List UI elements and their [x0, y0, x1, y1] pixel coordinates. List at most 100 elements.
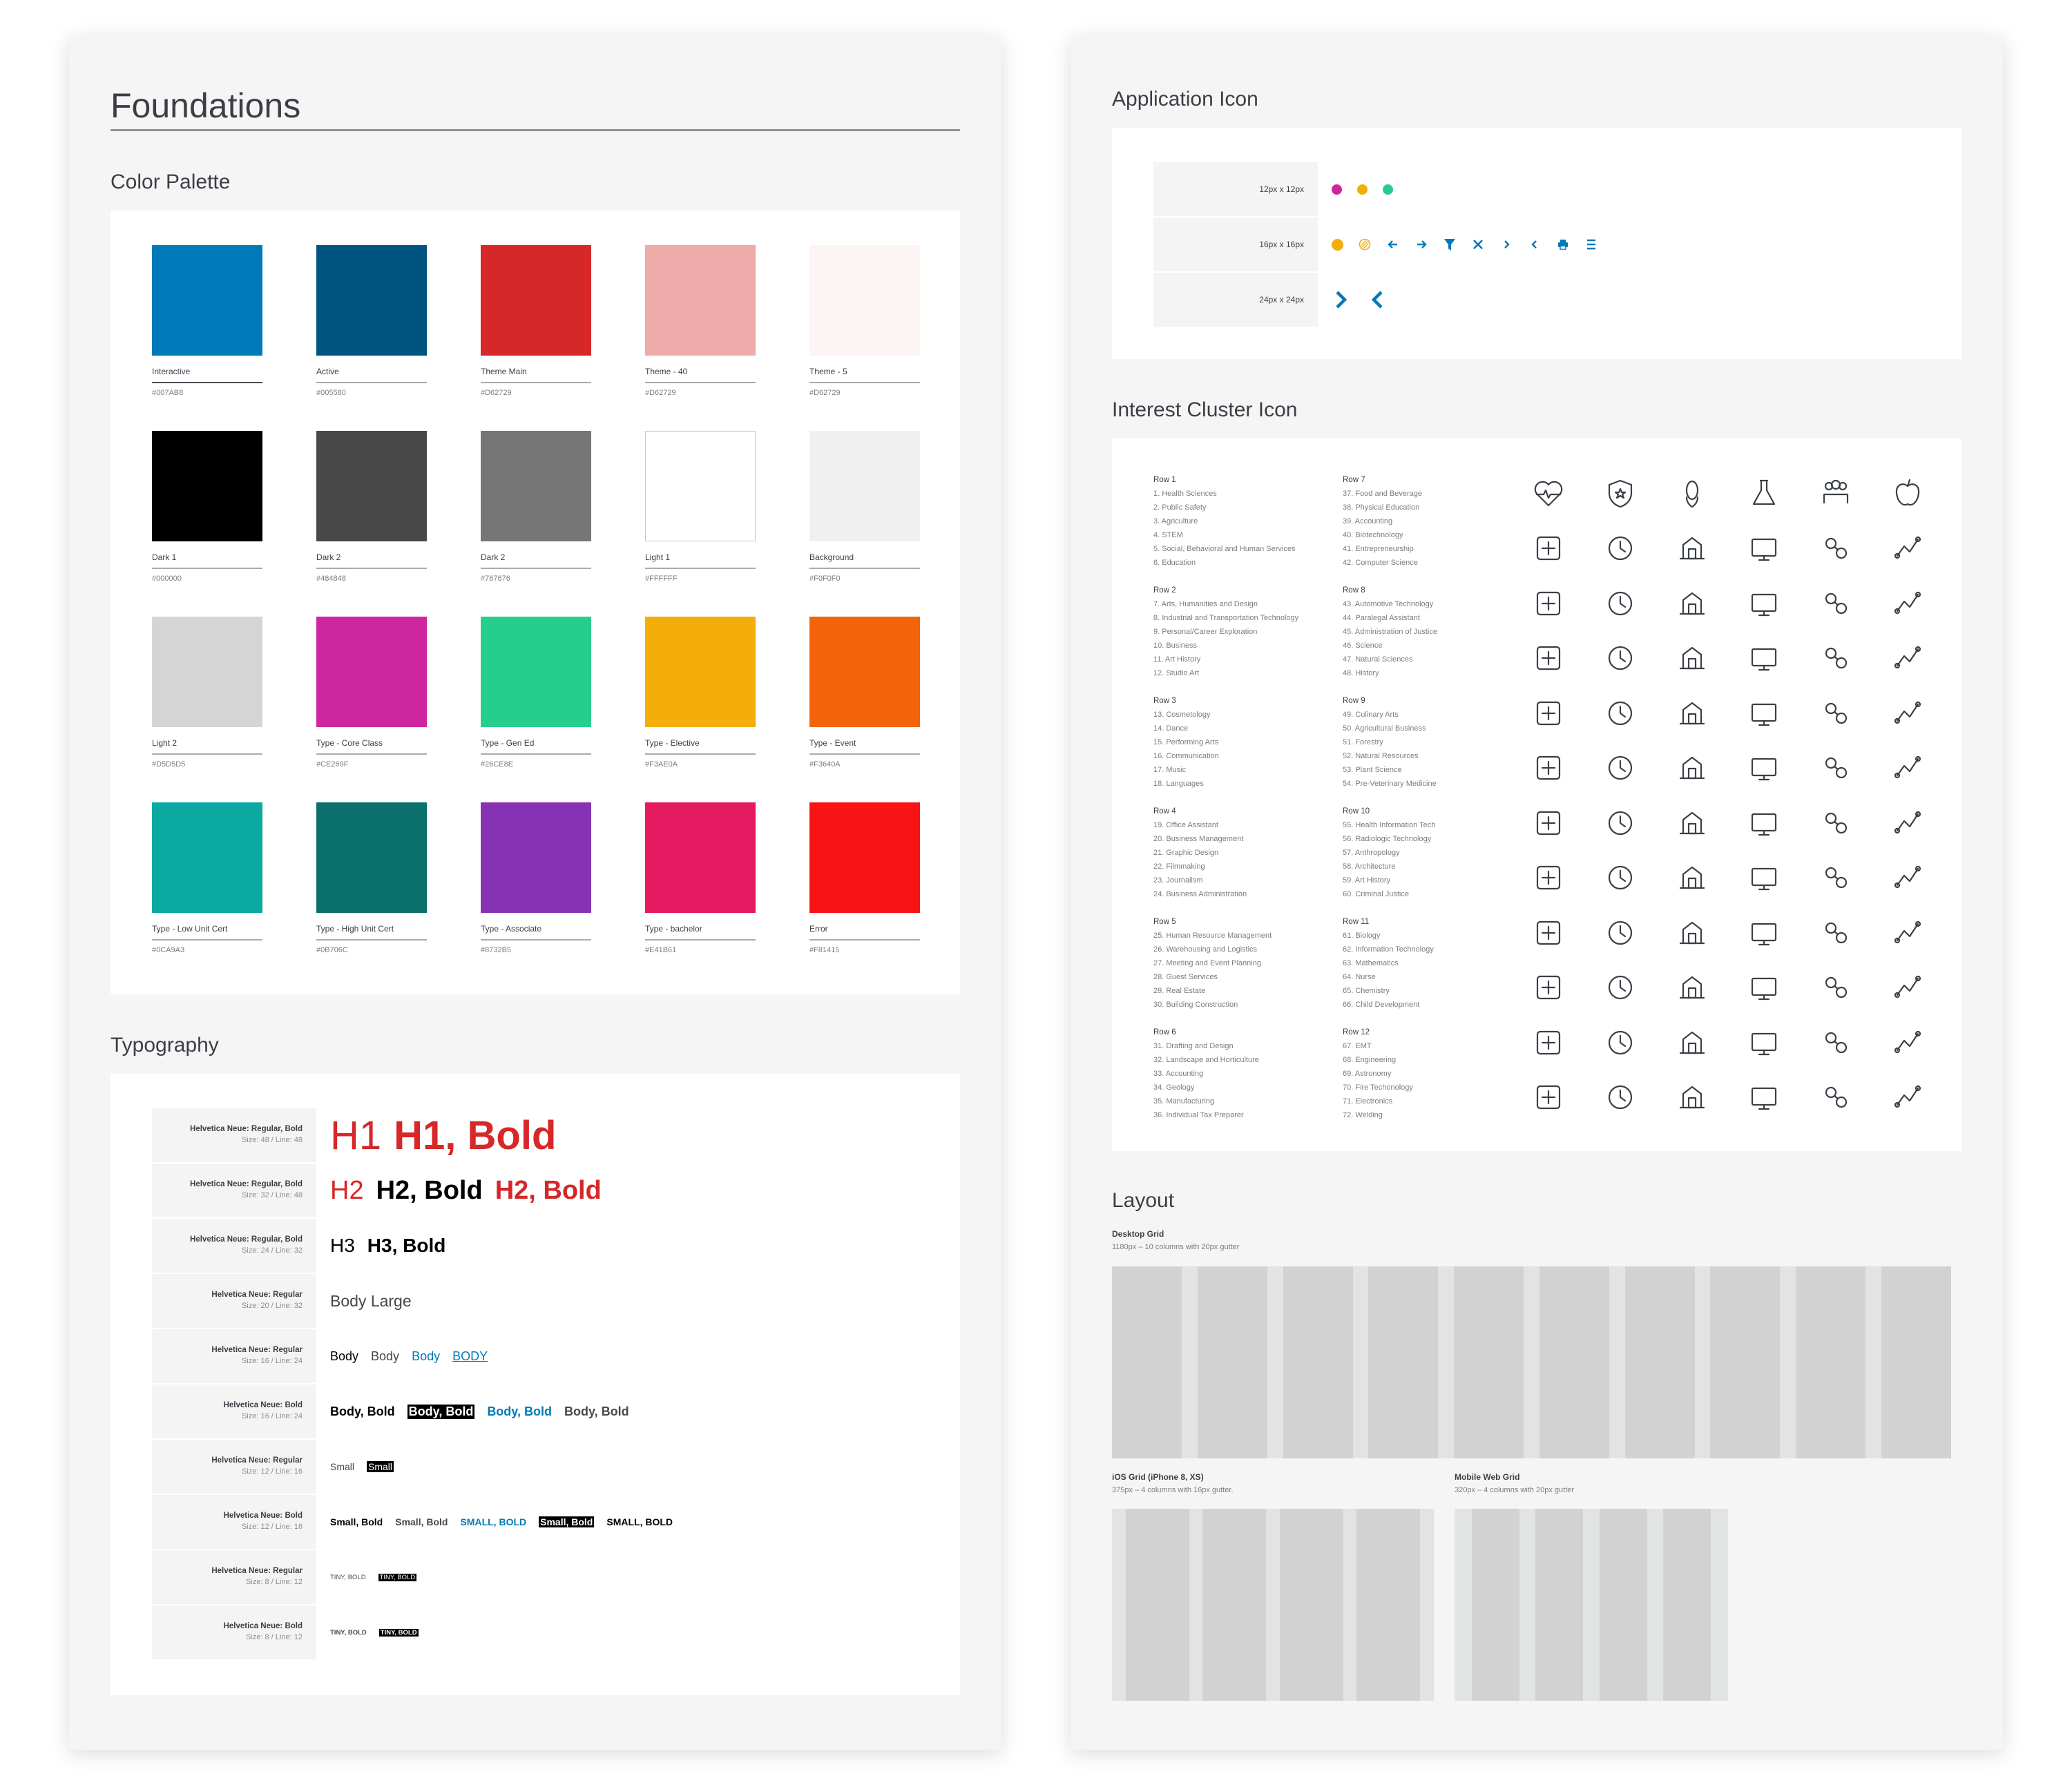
title-divider — [111, 129, 960, 131]
cluster-group: Row 11 61. Biology 62. Information Technol… — [1343, 915, 1536, 1012]
paw-plus-icon — [1872, 905, 1944, 961]
color-swatch: Interactive #007AB8 — [152, 245, 262, 397]
cluster-item: 31. Drafting and Design — [1153, 1042, 1234, 1050]
color-swatch: Background #F0F0F0 — [809, 431, 920, 583]
cluster-item: 16. Communication — [1153, 752, 1219, 760]
hard-hat-worker-icon-glyph — [1608, 1086, 1633, 1110]
music-notes-icon-glyph — [1825, 592, 1848, 614]
honeycomb-icon — [1513, 1015, 1584, 1070]
telescope-icon — [1656, 1070, 1728, 1126]
swatch-name: Light 1 — [645, 552, 671, 562]
sample-body-link[interactable]: BODY — [452, 1349, 488, 1364]
service-bell-icon — [1728, 686, 1800, 741]
sample-small-bold-blue: SMALL, BOLD — [460, 1516, 527, 1527]
cluster-row-heading: Row 5 — [1153, 918, 1176, 926]
globe-chat-icon — [1872, 576, 1944, 631]
cluster-item: 63. Mathematics — [1343, 959, 1399, 967]
swatch-name: Theme - 5 — [809, 367, 847, 376]
video-camera-icon — [1728, 631, 1800, 686]
cluster-item: 52. Natural Resources — [1343, 752, 1419, 760]
sample-tiny-bold-inverse: TINY, BOLD — [378, 1628, 419, 1637]
sample-tiny-bold: TINY, BOLD — [330, 1628, 367, 1637]
type-row-h2: Helvetica Neue: Regular, Bold Size: 32 /… — [152, 1164, 912, 1217]
mobile-web-grid-caption: Mobile Web Grid 320px – 4 columns with 2… — [1455, 1472, 1574, 1494]
xray-icon-glyph — [1608, 976, 1633, 1000]
swatch-chip — [316, 802, 427, 913]
sample-h3-bold: H3, Bold — [367, 1235, 446, 1256]
connected-car-icon — [1513, 851, 1584, 906]
sample-body-grey: Body — [371, 1349, 400, 1363]
nurse-icon-glyph — [1751, 1032, 1777, 1055]
forklift-icon — [1584, 686, 1656, 741]
font-name: Helvetica Neue: Regular — [211, 1346, 303, 1354]
hair-dryer-icon-glyph — [1536, 591, 1561, 615]
swatch-divider — [481, 568, 591, 569]
lightbulb-icon — [1800, 795, 1872, 851]
cluster-item: 8. Industrial and Transportation Technol… — [1153, 614, 1299, 622]
typography-card: Helvetica Neue: Regular, Bold Size: 48 /… — [111, 1074, 960, 1695]
swatch-divider — [645, 568, 756, 569]
sample-small-bold-black: Small, Bold — [330, 1516, 383, 1527]
sample-body-bold-inverse: Body, Bold — [407, 1404, 475, 1419]
scales-icon — [1584, 851, 1656, 906]
flask-icon — [1728, 466, 1800, 521]
compass-drafting-icon — [1513, 741, 1584, 796]
sample-h2-regular: H2 — [330, 1175, 364, 1205]
sample-body-bold-black: Body, Bold — [330, 1404, 395, 1418]
swatch-chip — [316, 431, 427, 541]
close-icon[interactable] — [1471, 238, 1485, 251]
menu-icon[interactable] — [1584, 238, 1598, 251]
corn-icon-glyph — [1685, 480, 1699, 508]
cluster-row-heading: Row 6 — [1153, 1028, 1176, 1036]
swatch-chip — [645, 245, 756, 356]
ios-grid-label: iOS Grid (iPhone 8, XS) — [1112, 1472, 1204, 1482]
mobile-web-grid — [1455, 1509, 1728, 1701]
open-book-icon-glyph — [1894, 866, 1921, 889]
math-calculator-icon — [1656, 1015, 1728, 1070]
cluster-item: 37. Food and Beverage — [1343, 490, 1422, 498]
print-icon[interactable] — [1556, 238, 1570, 251]
easel-icon-glyph — [1536, 537, 1561, 561]
cluster-row-heading: Row 12 — [1343, 1028, 1370, 1036]
chevron-left-large-icon[interactable] — [1368, 289, 1387, 311]
color-swatch: Theme Main #D62729 — [481, 245, 591, 397]
font-size: Size: 20 / Line: 32 — [241, 1302, 303, 1310]
pine-trees-icon — [1656, 905, 1728, 961]
chevron-right-large-icon[interactable] — [1332, 289, 1351, 311]
cluster-row-heading: Row 2 — [1153, 586, 1176, 595]
arrow-left-icon[interactable] — [1386, 238, 1400, 251]
sprout-flask-icon-glyph — [1825, 922, 1848, 943]
flask-icon-glyph — [1752, 479, 1776, 505]
cluster-item: 45. Administration of Justice — [1343, 628, 1437, 636]
desktop-grid-column — [1283, 1266, 1353, 1458]
chevron-left-icon[interactable] — [1528, 238, 1542, 251]
swatch-name: Interactive — [152, 367, 191, 376]
filter-icon[interactable] — [1443, 238, 1457, 251]
open-book-icon — [1872, 851, 1944, 906]
sample-body-blue: Body — [412, 1349, 441, 1363]
swatch-chip — [809, 431, 920, 541]
cluster-item: 50. Agricultural Business — [1343, 724, 1426, 733]
type-row-body-large: Helvetica Neue: Regular Size: 20 / Line:… — [152, 1274, 912, 1328]
icon-size-row-24: 24px x 24px — [1153, 273, 1913, 327]
cluster-group: Row 9 49. Culinary Arts 50. Agricultural B… — [1343, 694, 1536, 791]
hr-swap-icon — [1513, 686, 1584, 741]
chat-bubble-icon-glyph — [1751, 593, 1777, 616]
desktop-grid-column — [1368, 1266, 1439, 1458]
nurse-icon — [1728, 1015, 1800, 1070]
cluster-item: 70. Fire Techonology — [1343, 1083, 1413, 1092]
ambulance-icon-glyph — [1536, 1086, 1561, 1110]
cluster-item: 56. Radiologic Technology — [1343, 835, 1432, 843]
color-swatch: Dark 1 #000000 — [152, 431, 262, 583]
heart-pulse-icon-glyph — [1534, 481, 1563, 506]
cluster-item: 49. Culinary Arts — [1343, 711, 1399, 719]
handcuffs-icon — [1872, 961, 1944, 1016]
swatch-chip — [809, 245, 920, 356]
column-icon — [1800, 521, 1872, 577]
rocks-icon — [1728, 741, 1800, 796]
chevron-right-icon[interactable] — [1499, 238, 1513, 251]
cluster-item: 2. Public Safety — [1153, 503, 1207, 512]
cluster-item: 66. Child Development — [1343, 1001, 1420, 1009]
arrow-right-icon[interactable] — [1414, 238, 1428, 251]
binoculars-icon — [1656, 521, 1728, 577]
